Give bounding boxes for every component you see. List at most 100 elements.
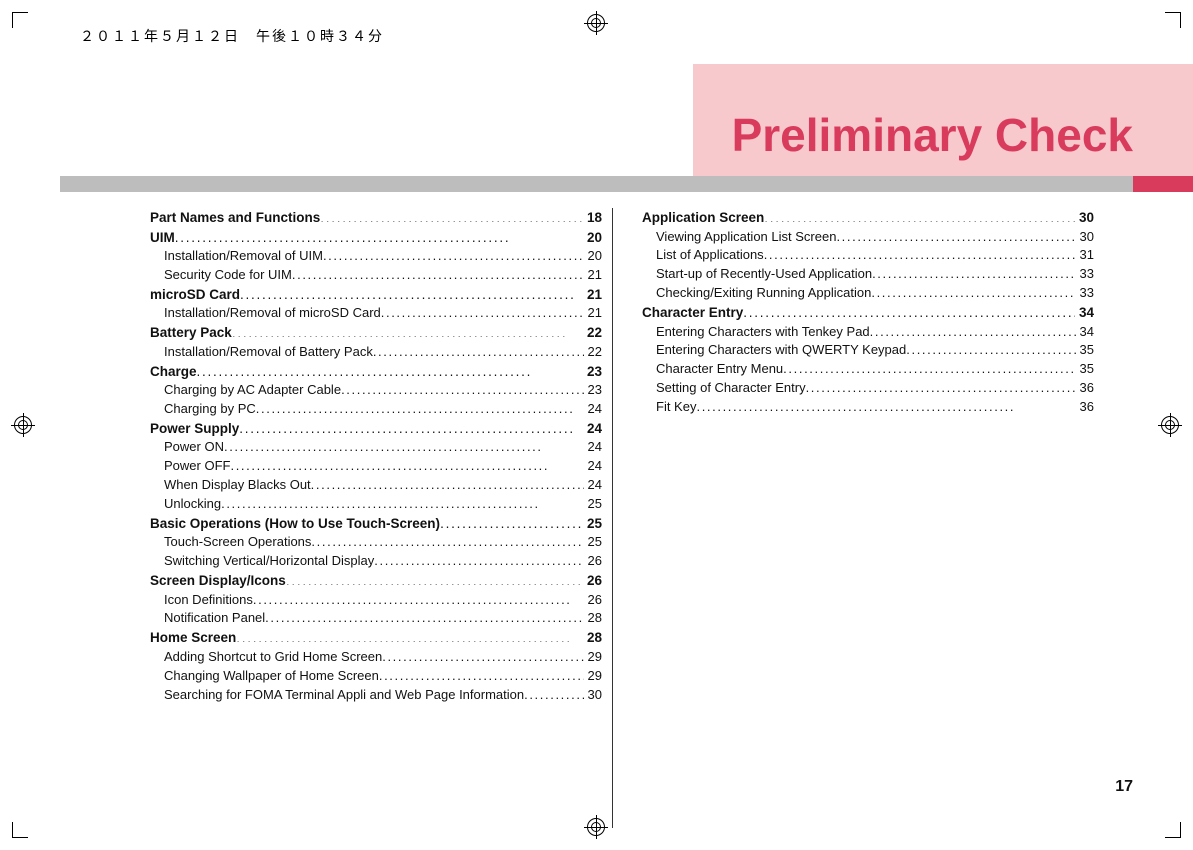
toc-entry-page: 28 (583, 628, 602, 648)
toc-leader-dots (382, 648, 583, 661)
toc-section-entry: Part Names and Functions 18 (150, 208, 602, 228)
toc-sub-entry: Power ON24 (150, 438, 602, 457)
toc-leader-dots (440, 514, 583, 528)
toc-leader-dots (836, 228, 1075, 241)
toc-entry-page: 30 (584, 686, 602, 705)
toc-entry-title: Installation/Removal of UIM (164, 247, 323, 266)
toc-leader-dots (524, 686, 583, 699)
toc-entry-page: 24 (584, 400, 602, 419)
toc-sub-entry: Adding Shortcut to Grid Home Screen29 (150, 648, 602, 667)
toc-sub-entry: Charging by AC Adapter Cable 23 (150, 381, 602, 400)
toc-entry-page: 23 (583, 362, 602, 382)
toc-column-left: Part Names and Functions 18 UIM 20 Installat… (150, 208, 622, 704)
toc-entry-page: 31 (1076, 246, 1094, 265)
toc-leader-dots (286, 572, 583, 586)
toc-leader-dots (236, 629, 583, 643)
registration-target-icon (14, 416, 32, 434)
toc-sub-entry: Entering Characters with QWERTY Keypad35 (642, 341, 1094, 360)
toc-entry-page: 21 (584, 266, 602, 285)
toc-leader-dots (292, 266, 584, 279)
toc-sub-entry: Viewing Application List Screen30 (642, 228, 1094, 247)
toc-sub-entry: Power OFF24 (150, 457, 602, 476)
toc-sub-entry: Charging by PC24 (150, 400, 602, 419)
toc-entry-page: 30 (1075, 208, 1094, 228)
toc-leader-dots (871, 284, 1075, 297)
toc-entry-title: Power Supply (150, 419, 239, 439)
toc-entry-page: 26 (584, 552, 602, 571)
toc-sub-entry: When Display Blacks Out24 (150, 476, 602, 495)
toc-leader-dots (230, 457, 583, 470)
toc-entry-page: 21 (583, 285, 602, 305)
toc-leader-dots (311, 476, 584, 489)
toc-leader-dots (240, 285, 583, 299)
toc-entry-page: 34 (1076, 323, 1094, 342)
toc-sub-entry: Searching for FOMA Terminal Appli and We… (150, 686, 602, 705)
toc-entry-page: 25 (584, 533, 602, 552)
header-bar (60, 176, 1193, 192)
toc-entry-page: 35 (1076, 360, 1094, 379)
toc-entry-page: 25 (584, 495, 602, 514)
toc-sub-entry: List of Applications 31 (642, 246, 1094, 265)
toc-entry-title: Fit Key (656, 398, 696, 417)
toc-entry-title: Adding Shortcut to Grid Home Screen (164, 648, 382, 667)
toc-sub-entry: Checking/Exiting Running Application33 (642, 284, 1094, 303)
toc-entry-title: Setting of Character Entry (656, 379, 806, 398)
toc-sub-entry: Installation/Removal of Battery Pack 22 (150, 343, 602, 362)
toc-entry-page: 36 (1076, 398, 1094, 417)
toc-entry-title: Changing Wallpaper of Home Screen (164, 667, 379, 686)
toc-entry-title: Basic Operations (How to Use Touch-Scree… (150, 514, 440, 534)
toc-entry-title: Charging by AC Adapter Cable (164, 381, 341, 400)
toc-entry-title: Screen Display/Icons (150, 571, 286, 591)
toc-entry-page: 24 (584, 457, 602, 476)
toc-entry-page: 26 (583, 571, 602, 591)
toc-sub-entry: Start-up of Recently-Used Application33 (642, 265, 1094, 284)
toc-entry-page: 34 (1075, 303, 1094, 323)
toc-entry-title: Entering Characters with Tenkey Pad (656, 323, 870, 342)
toc-entry-page: 18 (583, 208, 602, 228)
toc-entry-title: Character Entry (642, 303, 743, 323)
toc-entry-page: 29 (584, 667, 602, 686)
toc-entry-page: 20 (583, 228, 602, 248)
toc-leader-dots (341, 381, 583, 394)
toc-leader-dots (764, 209, 1075, 223)
toc-leader-dots (374, 552, 583, 565)
toc-entry-page: 23 (584, 381, 602, 400)
registration-target-icon (587, 14, 605, 32)
toc-entry-page: 22 (584, 343, 602, 362)
toc-leader-dots (373, 343, 584, 356)
toc-sub-entry: Touch-Screen Operations25 (150, 533, 602, 552)
toc-leader-dots (323, 247, 584, 260)
toc-section-entry: microSD Card21 (150, 285, 602, 305)
toc-leader-dots (379, 667, 584, 680)
toc-entry-title: Unlocking (164, 495, 221, 514)
toc-entry-page: 36 (1076, 379, 1094, 398)
toc-sub-entry: Switching Vertical/Horizontal Display26 (150, 552, 602, 571)
toc-column-right: Application Screen30Viewing Application … (622, 208, 1094, 704)
toc-section-entry: Basic Operations (How to Use Touch-Scree… (150, 514, 602, 534)
toc-entry-page: 24 (584, 476, 602, 495)
toc-entry-title: Searching for FOMA Terminal Appli and We… (164, 686, 524, 705)
toc-sub-entry: Installation/Removal of microSD Card21 (150, 304, 602, 323)
crop-mark-icon (1161, 818, 1181, 838)
crop-mark-icon (12, 12, 32, 32)
toc-entry-title: Part Names and Functions (150, 208, 320, 228)
toc-entry-title: UIM (150, 228, 175, 248)
toc-entry-title: Security Code for UIM (164, 266, 292, 285)
toc-sub-entry: Changing Wallpaper of Home Screen 29 (150, 667, 602, 686)
toc-leader-dots (253, 591, 584, 604)
toc-entry-title: List of Applications (656, 246, 764, 265)
toc-entry-title: Installation/Removal of Battery Pack (164, 343, 373, 362)
toc-entry-title: Viewing Application List Screen (656, 228, 836, 247)
toc-leader-dots (320, 209, 583, 223)
toc-entry-title: Checking/Exiting Running Application (656, 284, 871, 303)
toc-entry-title: Start-up of Recently-Used Application (656, 265, 872, 284)
toc-entry-title: Icon Definitions (164, 591, 253, 610)
toc-leader-dots (743, 303, 1075, 317)
toc-section-entry: Character Entry 34 (642, 303, 1094, 323)
toc-leader-dots (783, 360, 1075, 373)
toc-sub-entry: Setting of Character Entry 36 (642, 379, 1094, 398)
print-datestamp: ２０１１年５月１２日 午後１０時３４分 (80, 26, 384, 46)
table-of-contents: Part Names and Functions 18 UIM 20 Installat… (150, 208, 1133, 704)
toc-leader-dots (197, 362, 583, 376)
toc-entry-page: 24 (584, 438, 602, 457)
